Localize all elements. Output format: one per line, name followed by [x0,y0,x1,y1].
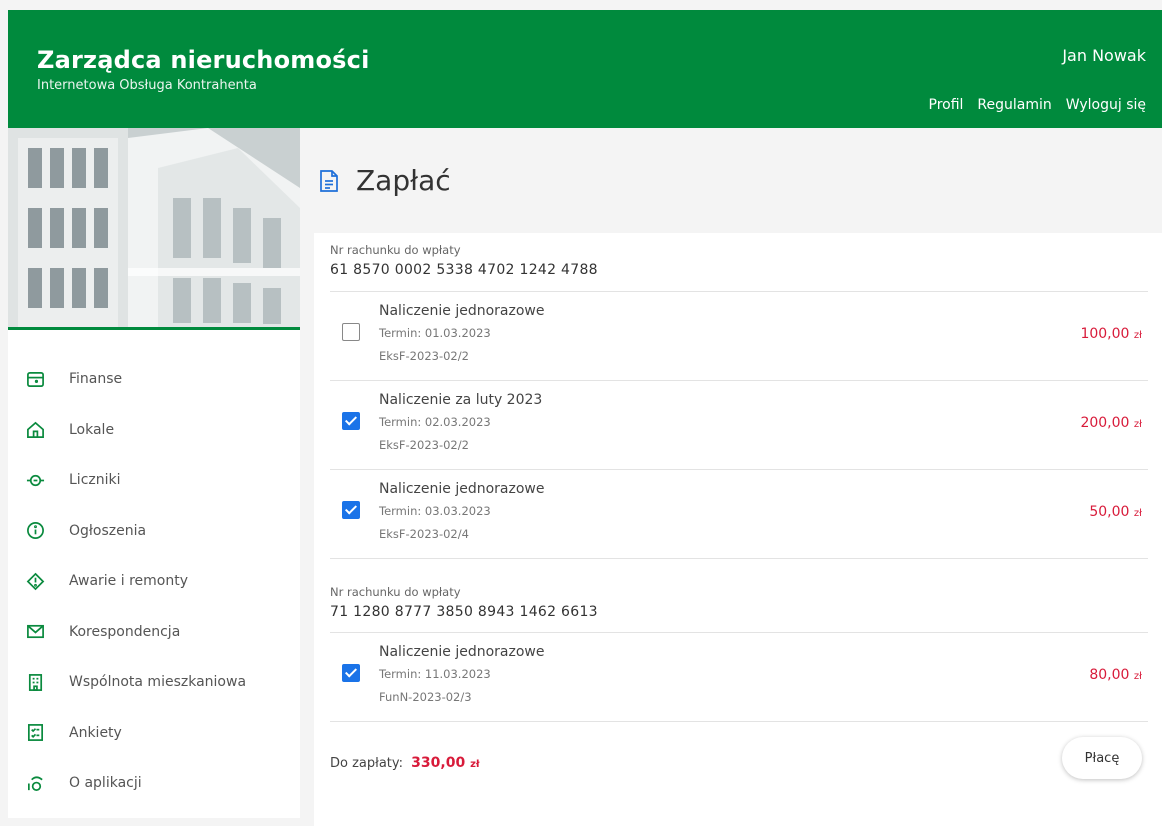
charge-term: Termin: 02.03.2023 [379,415,491,429]
sidebar-item-label: Lokale [69,421,115,438]
sidebar-item-korespondencja[interactable]: Korespondencja [8,607,300,658]
charge-ref: EksF-2023-02/4 [379,527,469,541]
sidebar-item-liczniki[interactable]: Liczniki [8,455,300,506]
charge-description: Naliczenie jednorazowe Termin: 01.03.202… [379,303,544,363]
logout-link[interactable]: Wyloguj się [1066,97,1146,113]
account-label: Nr rachunku do wpłaty [330,585,461,599]
charge-ref: EksF-2023-02/2 [379,349,469,363]
sidebar-item-ankiety[interactable]: Ankiety [8,708,300,759]
charge-checkbox[interactable] [342,501,360,519]
amount-value: 50,00 [1089,504,1130,520]
charge-name: Naliczenie jednorazowe [379,644,545,660]
app-subtitle: Internetowa Obsługa Kontrahenta [37,78,257,93]
account-header: Nr rachunku do wpłaty 71 1280 8777 3850 … [330,558,1148,632]
building-image [8,128,300,330]
amount-value: 100,00 [1080,326,1130,342]
charge-description: Naliczenie za luty 2023 Termin: 02.03.20… [379,392,542,452]
account-header: Nr rachunku do wpłaty 61 8570 0002 5338 … [330,233,1148,291]
app-header: Zarządca nieruchomości Internetowa Obsłu… [8,10,1162,128]
sidebar-item-ogloszenia[interactable]: Ogłoszenia [8,506,300,557]
charge-checkbox[interactable] [342,412,360,430]
sidebar: Finanse Lokale Liczniki Ogłoszenia Awari… [8,128,300,818]
charge-description: Naliczenie jednorazowe Termin: 11.03.202… [379,644,544,704]
charge-amount: 50,00 zł [1089,504,1142,520]
mail-icon [25,622,45,642]
main-content: Zapłać Nr rachunku do wpłaty 61 8570 000… [314,128,1162,826]
profile-link[interactable]: Profil [929,97,964,113]
wallet-icon [25,369,45,389]
charge-row: Naliczenie jednorazowe Termin: 01.03.202… [330,291,1148,380]
building-icon [25,672,45,692]
currency: zł [1133,419,1142,430]
info-icon [25,521,45,541]
charge-term: Termin: 03.03.2023 [379,504,491,518]
sidebar-item-lokale[interactable]: Lokale [8,405,300,456]
charge-ref: FunN-2023-02/3 [379,690,472,704]
survey-icon [25,723,45,743]
currency: zł [1133,330,1142,341]
sidebar-item-label: Ogłoszenia [69,522,147,539]
home-icon [25,420,45,440]
sidebar-item-o-aplikacji[interactable]: O aplikacji [8,758,300,809]
charge-amount: 100,00 zł [1080,326,1142,342]
total-number: 330,00 [411,755,466,771]
payment-footer: Do zapłaty: 330,00 zł Płacę [330,721,1148,801]
about-icon [25,773,45,793]
total-label: Do zapłaty: [330,756,404,771]
sidebar-item-label: Awarie i remonty [69,573,188,590]
rules-link[interactable]: Regulamin [977,97,1051,113]
pay-button[interactable]: Płacę [1062,737,1142,779]
sidebar-menu: Finanse Lokale Liczniki Ogłoszenia Awari… [8,330,300,809]
charge-row: Naliczenie za luty 2023 Termin: 02.03.20… [330,380,1148,469]
charge-term: Termin: 01.03.2023 [379,326,491,340]
currency: zł [1133,671,1142,682]
charge-name: Naliczenie jednorazowe [379,303,545,319]
meter-icon [25,470,45,490]
total-value: 330,00 zł [411,755,479,771]
page-title-bar: Zapłać [314,128,1162,233]
charge-checkbox[interactable] [342,323,360,341]
charge-amount: 80,00 zł [1089,667,1142,683]
sidebar-item-label: Finanse [69,371,123,388]
account-number: 71 1280 8777 3850 8943 1462 6613 [330,604,598,620]
charge-description: Naliczenie jednorazowe Termin: 03.03.202… [379,481,544,541]
charge-row: Naliczenie jednorazowe Termin: 11.03.202… [330,632,1148,721]
document-icon [320,169,338,192]
charge-name: Naliczenie jednorazowe [379,481,545,497]
account-label: Nr rachunku do wpłaty [330,243,461,257]
page-title: Zapłać [356,164,451,197]
sidebar-item-label: O aplikacji [69,775,142,792]
currency: zł [470,759,480,770]
sidebar-item-wspolnota[interactable]: Wspólnota mieszkaniowa [8,657,300,708]
amount-value: 80,00 [1089,667,1130,683]
user-name: Jan Nowak [1062,46,1146,65]
user-links: Profil Regulamin Wyloguj się [929,97,1147,113]
sidebar-item-label: Ankiety [69,724,122,741]
app-title: Zarządca nieruchomości [37,46,370,74]
currency: zł [1133,508,1142,519]
sidebar-item-label: Korespondencja [69,623,181,640]
charge-term: Termin: 11.03.2023 [379,667,491,681]
account-number: 61 8570 0002 5338 4702 1242 4788 [330,262,598,278]
total-amount: Do zapłaty: 330,00 zł [330,755,480,771]
charge-row: Naliczenie jednorazowe Termin: 03.03.202… [330,469,1148,558]
charge-ref: EksF-2023-02/2 [379,438,469,452]
payment-card: Nr rachunku do wpłaty 61 8570 0002 5338 … [314,233,1162,826]
charge-amount: 200,00 zł [1080,415,1142,431]
amount-value: 200,00 [1080,415,1130,431]
charge-checkbox[interactable] [342,664,360,682]
sidebar-item-label: Liczniki [69,472,121,489]
sidebar-item-awarie[interactable]: Awarie i remonty [8,556,300,607]
sidebar-item-finanse[interactable]: Finanse [8,354,300,405]
sidebar-item-label: Wspólnota mieszkaniowa [69,674,247,691]
charge-name: Naliczenie za luty 2023 [379,392,543,408]
alert-icon [25,571,45,591]
